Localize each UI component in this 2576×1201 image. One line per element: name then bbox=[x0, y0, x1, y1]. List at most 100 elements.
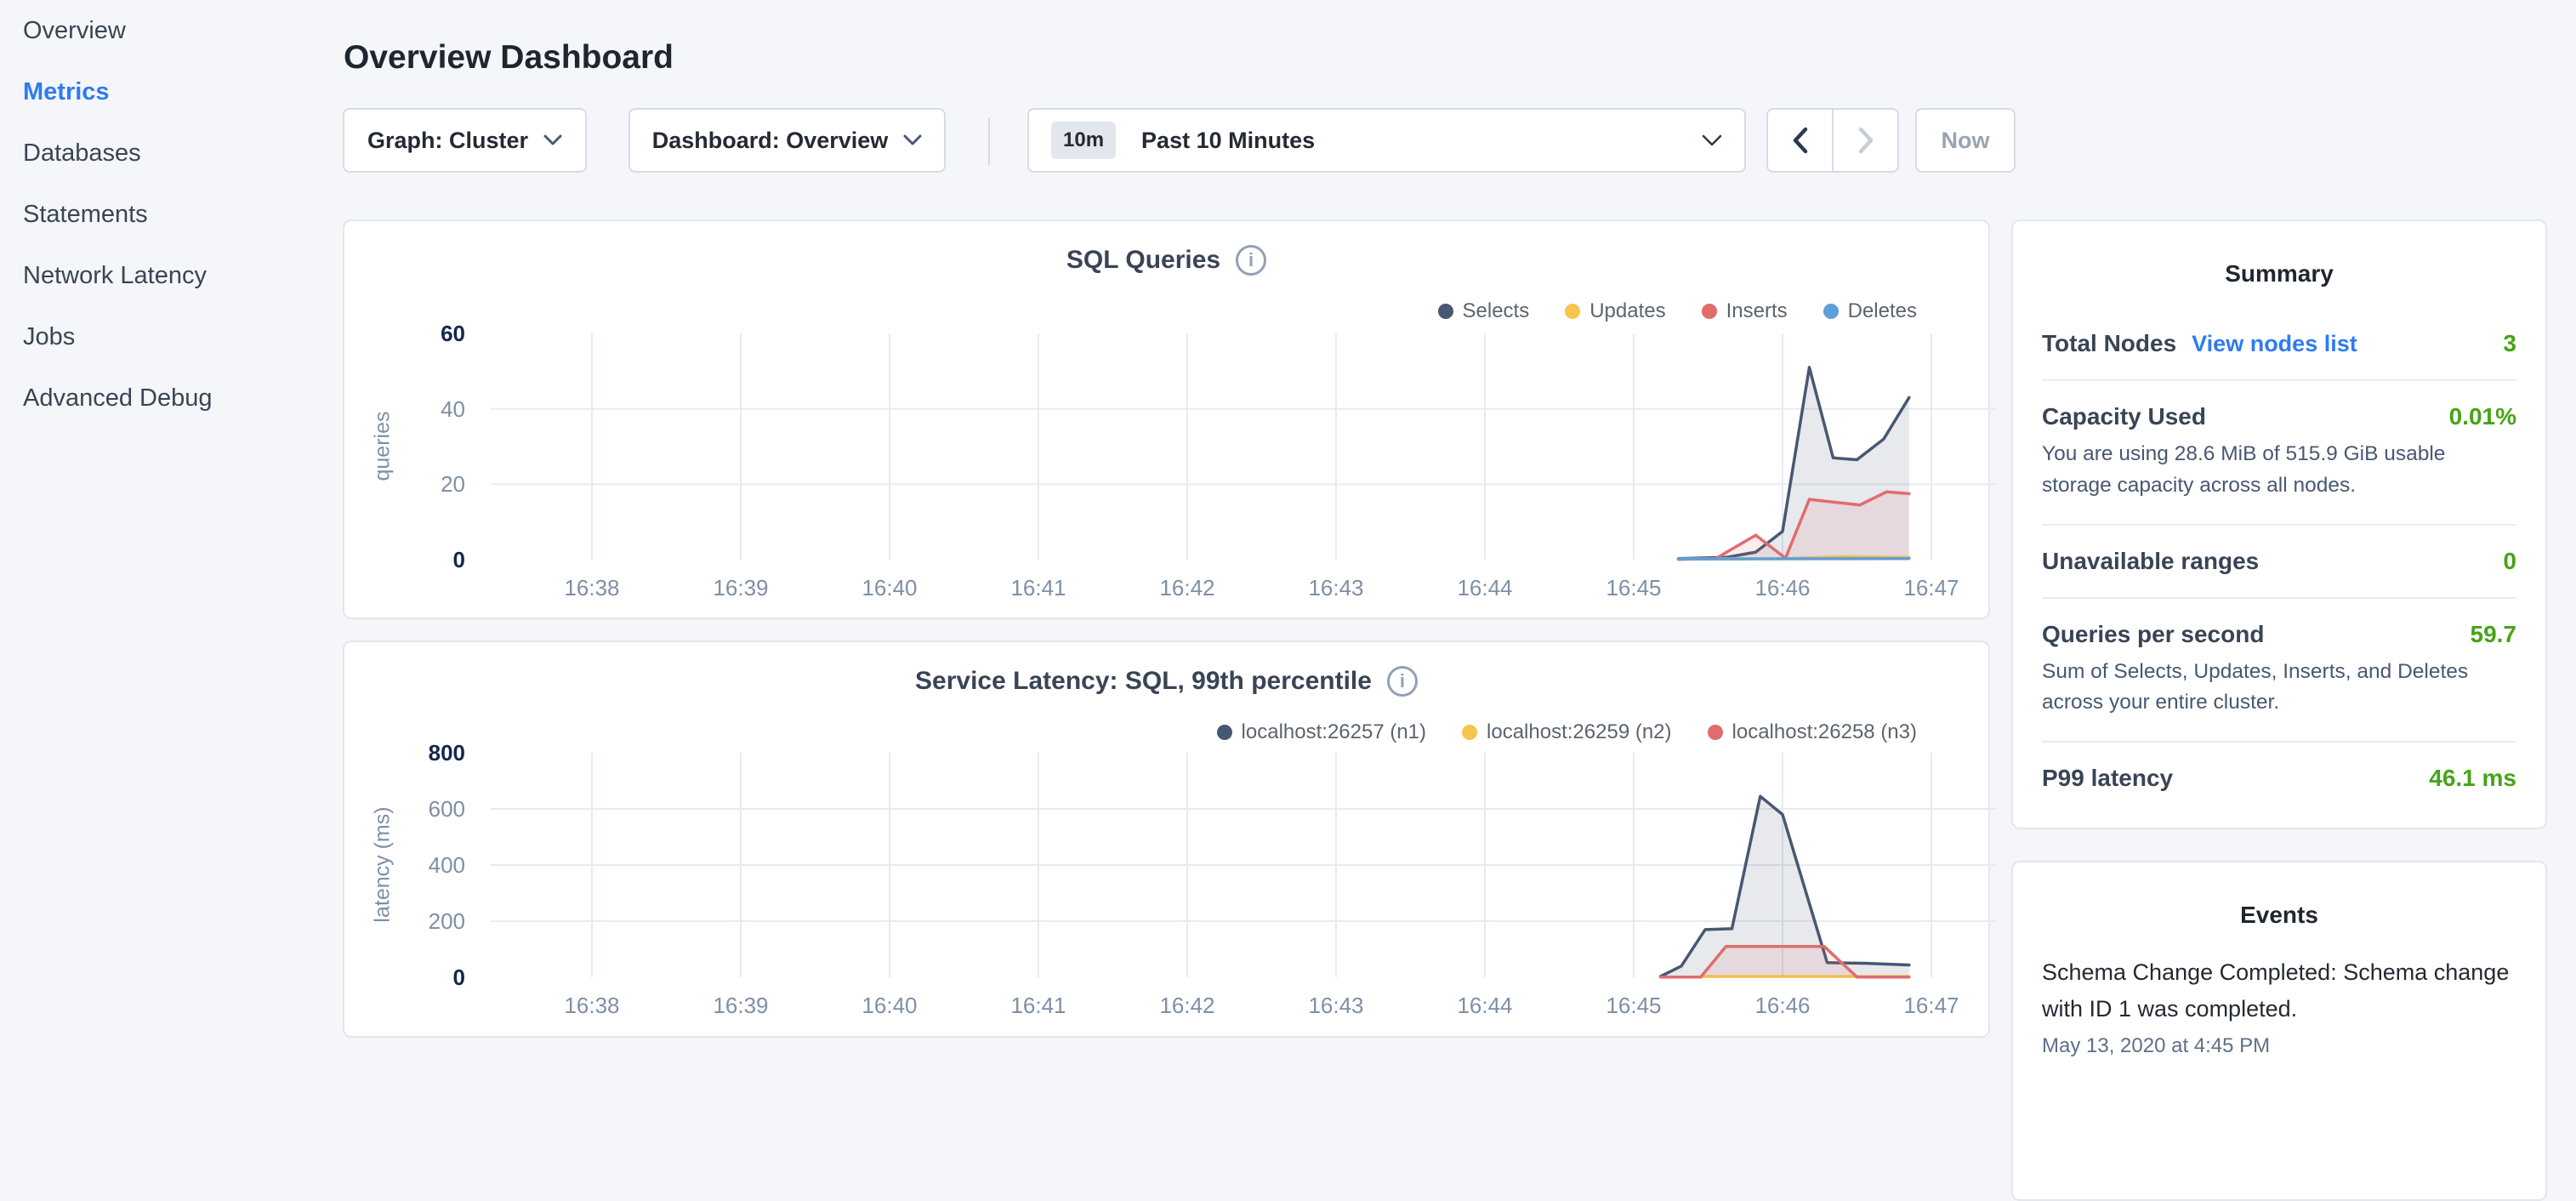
info-icon[interactable]: i bbox=[1387, 666, 1418, 697]
chart-legend: Selects Updates Inserts Deletes bbox=[1438, 299, 1918, 323]
sidebar-item-overview[interactable]: Overview bbox=[23, 0, 321, 61]
legend-label: Deletes bbox=[1848, 299, 1917, 323]
dashboard-dropdown-label: Dashboard: Overview bbox=[652, 128, 889, 154]
summary-row-label: P99 latency bbox=[2042, 765, 2173, 792]
x-axis-tick: 16:42 bbox=[1145, 993, 1230, 1019]
time-range-badge: 10m bbox=[1051, 122, 1116, 159]
controls-divider bbox=[988, 117, 990, 165]
legend-item-inserts[interactable]: Inserts bbox=[1702, 299, 1788, 323]
x-axis-tick: 16:40 bbox=[847, 993, 932, 1019]
service-latency-chart[interactable] bbox=[491, 744, 1996, 1008]
legend-item-localhost-26257-n1[interactable]: localhost:26257 (n1) bbox=[1217, 720, 1426, 744]
event-timestamp: May 13, 2020 at 4:45 PM bbox=[2042, 1034, 2516, 1058]
summary-row-value: 59.7 bbox=[2471, 621, 2517, 648]
x-axis-tick: 16:41 bbox=[996, 993, 1081, 1019]
legend-dot bbox=[1217, 725, 1232, 740]
legend-label: localhost:26259 (n2) bbox=[1487, 720, 1671, 744]
page-title: Overview Dashboard bbox=[344, 39, 674, 77]
summary-row-value: 3 bbox=[2503, 330, 2516, 357]
legend-dot bbox=[1708, 725, 1723, 740]
chevron-down-icon bbox=[1702, 134, 1722, 147]
time-range-label: Past 10 Minutes bbox=[1141, 128, 1315, 154]
event-message: Schema Change Completed: Schema change w… bbox=[2042, 954, 2516, 1027]
now-button-label: Now bbox=[1942, 128, 1990, 154]
legend-label: Inserts bbox=[1726, 299, 1788, 323]
chevron-down-icon bbox=[543, 134, 562, 146]
summary-row-label: Total Nodes bbox=[2042, 330, 2176, 357]
chart-legend: localhost:26257 (n1) localhost:26259 (n2)… bbox=[1217, 720, 1917, 744]
x-axis-tick: 16:46 bbox=[1740, 575, 1825, 601]
summary-row-value: 0 bbox=[2503, 548, 2516, 575]
chart-title: SQL Queries bbox=[1066, 246, 1220, 275]
legend-label: localhost:26258 (n3) bbox=[1732, 720, 1917, 744]
chevron-right-icon bbox=[1858, 127, 1874, 154]
summary-row-unavailable-ranges: Unavailable ranges0 bbox=[2042, 526, 2516, 599]
time-step-back-button[interactable] bbox=[1768, 110, 1832, 171]
summary-row-label: Capacity Used bbox=[2042, 403, 2206, 430]
info-icon[interactable]: i bbox=[1236, 245, 1266, 276]
summary-row-description: You are using 28.6 MiB of 515.9 GiB usab… bbox=[2042, 439, 2516, 502]
chevron-left-icon bbox=[1793, 127, 1808, 154]
summary-title: Summary bbox=[2042, 221, 2516, 287]
y-axis-label: queries bbox=[371, 353, 395, 540]
x-axis-tick: 16:45 bbox=[1591, 993, 1676, 1019]
y-axis-tick: 60 bbox=[321, 321, 465, 347]
event-item: Schema Change Completed: Schema change w… bbox=[2042, 954, 2516, 1058]
chevron-down-icon bbox=[903, 134, 922, 146]
sidebar-item-network-latency[interactable]: Network Latency bbox=[23, 245, 321, 306]
legend-dot bbox=[1565, 304, 1580, 319]
sidebar-item-jobs[interactable]: Jobs bbox=[23, 306, 321, 367]
summary-row-label: Queries per second bbox=[2042, 621, 2264, 648]
events-title: Events bbox=[2042, 862, 2516, 929]
legend-dot bbox=[1462, 725, 1477, 740]
time-step-forward-button[interactable] bbox=[1832, 110, 1897, 171]
summary-row-value: 46.1 ms bbox=[2429, 765, 2516, 792]
legend-item-deletes[interactable]: Deletes bbox=[1823, 299, 1917, 323]
x-axis-tick: 16:39 bbox=[698, 575, 783, 601]
x-axis-tick: 16:44 bbox=[1442, 993, 1527, 1019]
sql-queries-chart-card: SQL Queries i Selects Updates Inserts Delet… bbox=[343, 219, 1990, 619]
service-latency-chart-card: Service Latency: SQL, 99th percentile i … bbox=[343, 640, 1990, 1038]
graph-dropdown-label: Graph: Cluster bbox=[367, 128, 528, 154]
graph-dropdown[interactable]: Graph: Cluster bbox=[343, 108, 587, 173]
now-button[interactable]: Now bbox=[1915, 108, 2016, 173]
x-axis-tick: 16:46 bbox=[1740, 993, 1825, 1019]
summary-row-p99-latency: P99 latency 46.1 ms bbox=[2042, 743, 2516, 814]
legend-label: Selects bbox=[1463, 299, 1530, 323]
chart-title: Service Latency: SQL, 99th percentile bbox=[915, 667, 1372, 696]
dashboard-dropdown[interactable]: Dashboard: Overview bbox=[628, 108, 946, 173]
summary-row-queries-per-second: Queries per second59.7Sum of Selects, Up… bbox=[2042, 599, 2516, 743]
events-panel: Events Schema Change Completed: Schema c… bbox=[2011, 861, 2547, 1201]
sidebar-item-advanced-debug[interactable]: Advanced Debug bbox=[23, 367, 321, 429]
legend-dot bbox=[1702, 304, 1717, 319]
sidebar-item-metrics[interactable]: Metrics bbox=[23, 61, 321, 122]
x-axis-tick: 16:44 bbox=[1442, 575, 1527, 601]
y-axis-tick: 0 bbox=[321, 965, 465, 991]
legend-item-localhost-26258-n3[interactable]: localhost:26258 (n3) bbox=[1708, 720, 1917, 744]
y-axis-tick: 800 bbox=[321, 740, 465, 766]
x-axis-tick: 16:43 bbox=[1294, 993, 1379, 1019]
x-axis-tick: 16:39 bbox=[698, 993, 783, 1019]
y-axis-tick: 0 bbox=[321, 547, 465, 573]
view-nodes-list-link[interactable]: View nodes list bbox=[2192, 331, 2357, 357]
sidebar-item-databases[interactable]: Databases bbox=[23, 122, 321, 184]
sql-queries-chart[interactable] bbox=[491, 323, 1996, 587]
time-step-buttons bbox=[1766, 108, 1899, 173]
summary-row-value: 0.01% bbox=[2449, 403, 2516, 430]
legend-item-localhost-26259-n2[interactable]: localhost:26259 (n2) bbox=[1462, 720, 1671, 744]
legend-label: Updates bbox=[1589, 299, 1665, 323]
summary-panel: Summary Total Nodes View nodes list 3 Capac… bbox=[2011, 219, 2547, 829]
summary-row-capacity-used: Capacity Used 0.01% You are using 28.6 MiB… bbox=[2042, 381, 2516, 526]
legend-dot bbox=[1438, 304, 1453, 319]
x-axis-tick: 16:47 bbox=[1889, 993, 1974, 1019]
summary-row-total-nodes: Total Nodes View nodes list 3 bbox=[2042, 308, 2516, 381]
legend-label: localhost:26257 (n1) bbox=[1242, 720, 1426, 744]
sidebar-item-statements[interactable]: Statements bbox=[23, 184, 321, 245]
y-axis-label: latency (ms) bbox=[371, 771, 395, 959]
series-line-deletes bbox=[1679, 559, 1909, 560]
legend-item-selects[interactable]: Selects bbox=[1438, 299, 1530, 323]
x-axis-tick: 16:41 bbox=[996, 575, 1081, 601]
x-axis-tick: 16:47 bbox=[1889, 575, 1974, 601]
time-range-selector[interactable]: 10m Past 10 Minutes bbox=[1027, 108, 1746, 173]
legend-item-updates[interactable]: Updates bbox=[1565, 299, 1665, 323]
